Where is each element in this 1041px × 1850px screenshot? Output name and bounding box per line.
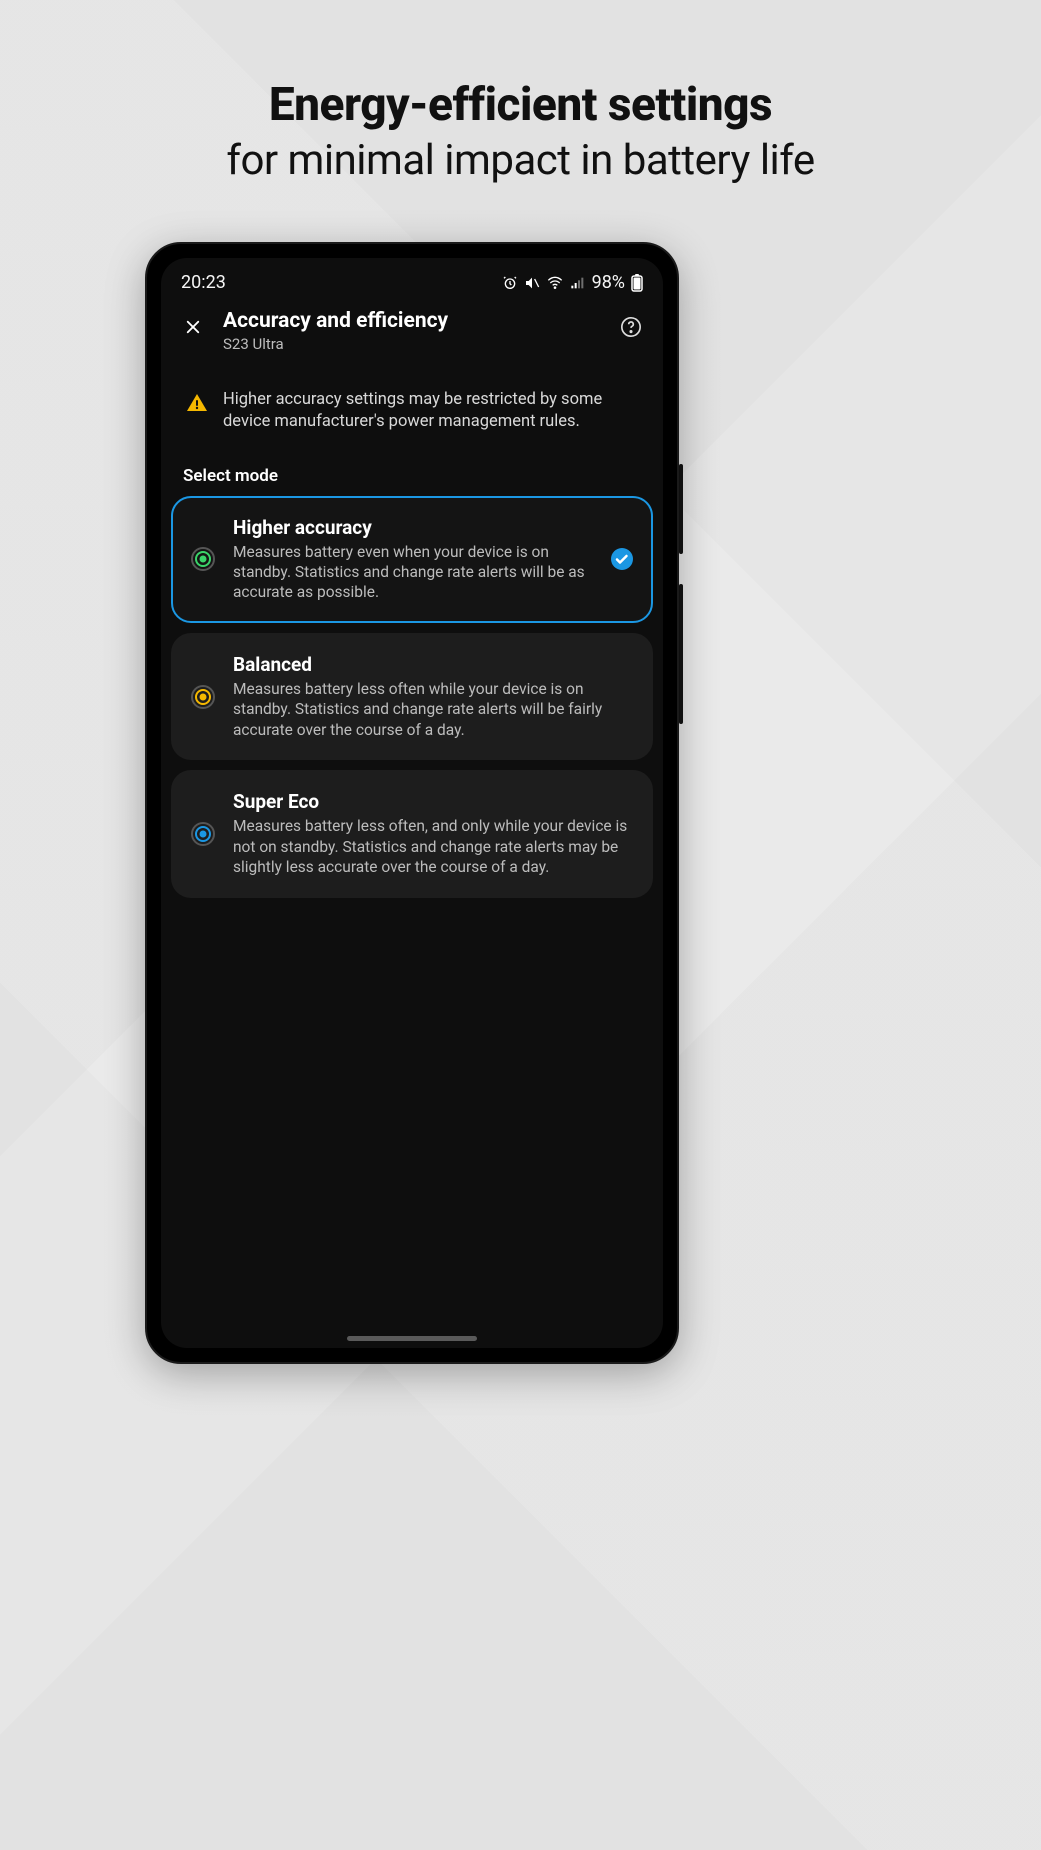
signal-icon <box>570 272 586 293</box>
help-button[interactable] <box>617 313 645 341</box>
mode-desc: Measures battery less often, and only wh… <box>233 816 633 877</box>
mode-body: Balanced Measures battery less often whi… <box>233 653 633 740</box>
mode-body: Higher accuracy Measures battery even wh… <box>233 516 595 603</box>
mode-desc: Measures battery less often while your d… <box>233 679 633 740</box>
promo-title: Energy-efficient settings <box>0 78 1041 132</box>
status-time: 20:23 <box>181 272 226 293</box>
mode-title: Higher accuracy <box>233 516 595 539</box>
warning-icon <box>185 391 209 419</box>
wifi-icon <box>546 272 564 293</box>
mode-body: Super Eco Measures battery less often, a… <box>233 790 633 877</box>
close-button[interactable] <box>179 313 207 341</box>
mode-title: Super Eco <box>233 790 633 813</box>
help-icon <box>620 316 642 338</box>
mode-balanced[interactable]: Balanced Measures battery less often whi… <box>171 633 653 760</box>
mode-title: Balanced <box>233 653 633 676</box>
phone-side-button <box>679 464 683 554</box>
promo-heading: Energy-efficient settings for minimal im… <box>0 0 1041 185</box>
warning-row: Higher accuracy settings may be restrict… <box>161 371 663 460</box>
phone-frame: 20:23 98% <box>145 242 679 1364</box>
status-icons: 98% <box>502 272 643 293</box>
status-bar: 20:23 98% <box>161 258 663 297</box>
radio-icon <box>189 545 217 573</box>
mode-list: Higher accuracy Measures battery even wh… <box>161 496 663 898</box>
radio-icon <box>189 683 217 711</box>
warning-text: Higher accuracy settings may be restrict… <box>223 389 639 434</box>
close-icon <box>184 318 202 336</box>
mode-super-eco[interactable]: Super Eco Measures battery less often, a… <box>171 770 653 897</box>
page-title: Accuracy and efficiency <box>223 309 448 333</box>
nav-handle[interactable] <box>347 1336 477 1341</box>
page-subtitle: S23 Ultra <box>223 335 448 353</box>
phone-side-button <box>679 584 683 724</box>
alarm-icon <box>502 272 518 293</box>
check-icon <box>611 548 633 570</box>
promo-subtitle: for minimal impact in battery life <box>0 136 1041 185</box>
mode-desc: Measures battery even when your device i… <box>233 542 595 603</box>
mute-icon <box>524 272 540 293</box>
app-header: Accuracy and efficiency S23 Ultra <box>161 297 663 371</box>
section-label: Select mode <box>161 460 663 496</box>
phone-screen: 20:23 98% <box>161 258 663 1348</box>
battery-icon <box>631 272 643 293</box>
mode-higher-accuracy[interactable]: Higher accuracy Measures battery even wh… <box>171 496 653 623</box>
header-text: Accuracy and efficiency S23 Ultra <box>223 309 448 353</box>
radio-icon <box>189 820 217 848</box>
status-battery-pct: 98% <box>592 272 625 293</box>
